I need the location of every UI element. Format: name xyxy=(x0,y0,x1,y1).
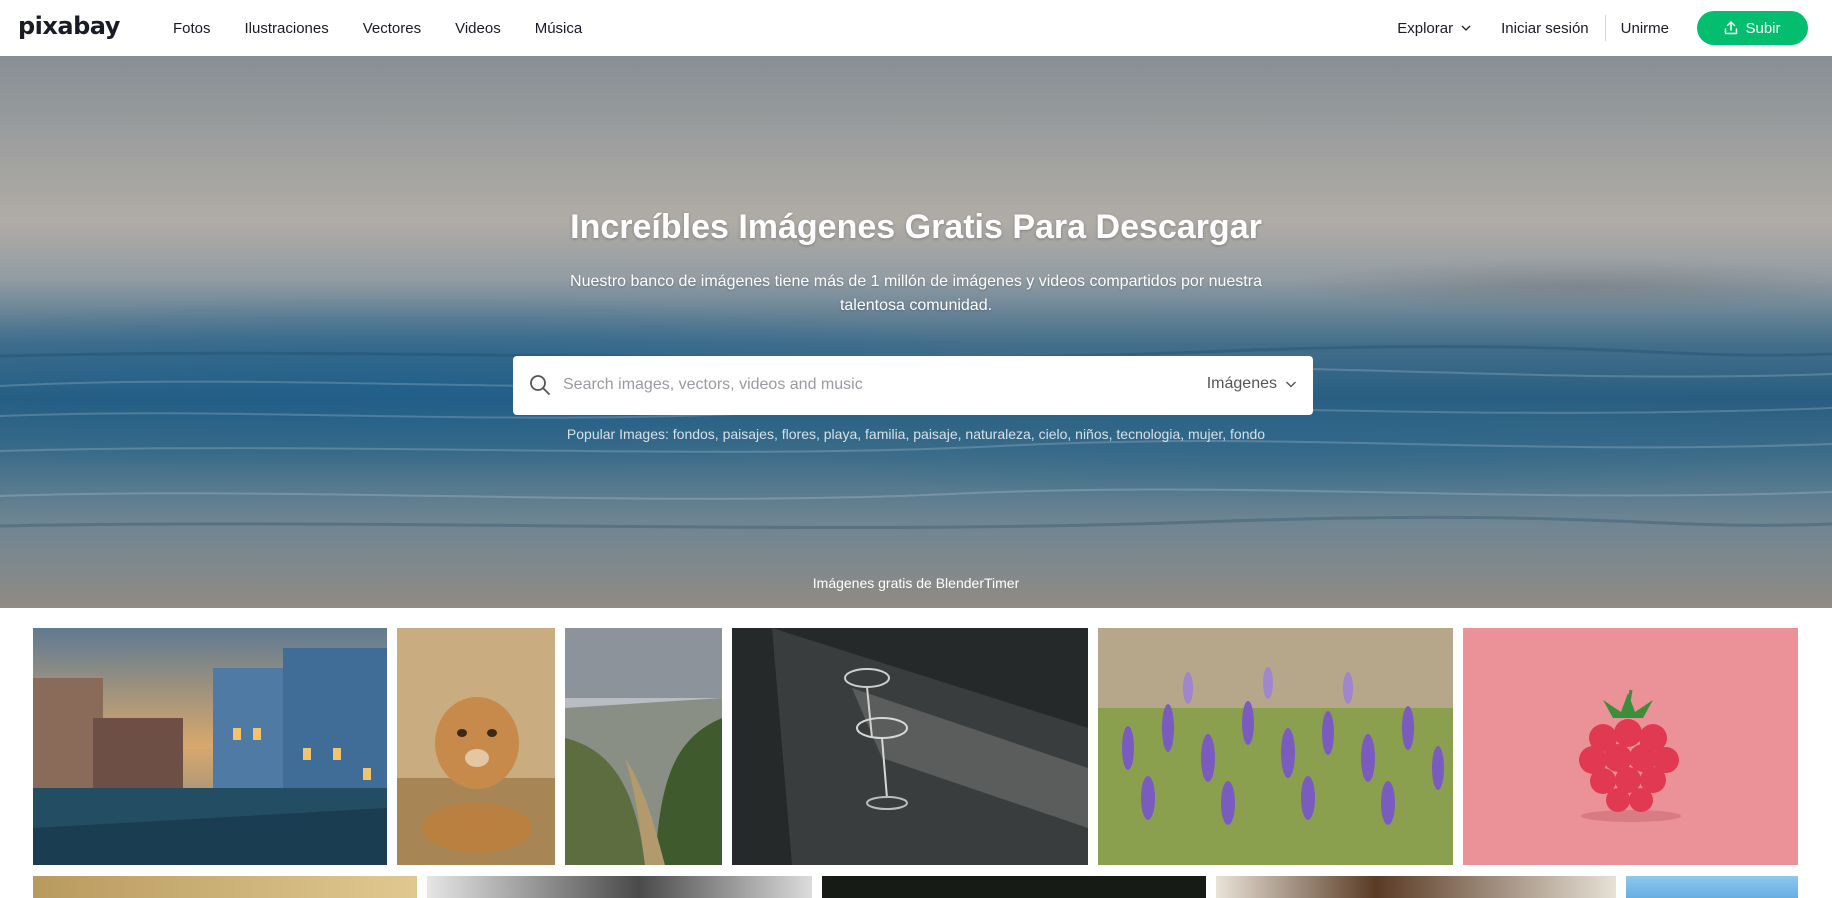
image-lavender-field[interactable] xyxy=(1098,628,1453,865)
image-glasses-table[interactable] xyxy=(732,628,1088,865)
hero-subtitle: Nuestro banco de imágenes tiene más de 1… xyxy=(570,273,1262,314)
login-link[interactable]: Iniciar sesión xyxy=(1501,20,1589,37)
upload-icon xyxy=(1725,21,1738,35)
image-row2-2[interactable] xyxy=(427,876,812,898)
nav-vectores[interactable]: Vectores xyxy=(363,20,421,37)
search-bar: Imágenes xyxy=(513,356,1313,415)
nav-musica[interactable]: Música xyxy=(535,20,583,37)
popular-tag[interactable]: paisajes, xyxy=(719,426,778,442)
join-link[interactable]: Unirme xyxy=(1621,20,1669,37)
popular-tag[interactable]: niños, xyxy=(1071,426,1112,442)
image-row2-1[interactable] xyxy=(33,876,417,898)
upload-label: Subir xyxy=(1745,19,1781,37)
search-input[interactable] xyxy=(563,366,1203,404)
popular-label: Popular Images: xyxy=(566,426,669,442)
header-divider xyxy=(1604,15,1606,41)
top-navbar: pixabay Fotos Ilustraciones Vectores Vid… xyxy=(0,0,1832,56)
hero-title: Increíbles Imágenes Gratis Para Descarga… xyxy=(570,208,1262,246)
pixabay-logo[interactable]: pixabay xyxy=(18,12,120,40)
chevron-down-icon xyxy=(1286,381,1296,388)
popular-tag[interactable]: fondo xyxy=(1226,426,1265,442)
hero-credit[interactable]: Imágenes gratis de BlenderTimer xyxy=(0,575,1832,591)
popular-searches: Popular Images: fondos, paisajes, flores… xyxy=(0,426,1832,442)
media-type-label: Imágenes xyxy=(1206,375,1277,392)
nav-videos[interactable]: Videos xyxy=(455,20,501,37)
main-nav: Fotos Ilustraciones Vectores Videos Músi… xyxy=(173,0,616,56)
image-gallery xyxy=(0,608,1832,898)
hero-content: Increíbles Imágenes Gratis Para Descarga… xyxy=(0,56,1832,608)
popular-tag[interactable]: mujer, xyxy=(1184,426,1226,442)
upload-button[interactable]: Subir xyxy=(1697,11,1808,45)
explore-label: Explorar xyxy=(1397,19,1454,37)
image-mountain-valley[interactable] xyxy=(565,628,722,865)
chevron-down-icon xyxy=(1461,25,1471,31)
popular-tag[interactable]: familia, xyxy=(861,426,909,442)
media-type-dropdown[interactable]: Imágenes xyxy=(1207,375,1297,393)
popular-tag[interactable]: cielo, xyxy=(1035,426,1072,442)
nav-fotos[interactable]: Fotos xyxy=(173,20,211,37)
image-venice-canal[interactable] xyxy=(33,628,387,865)
nav-ilustraciones[interactable]: Ilustraciones xyxy=(245,20,329,37)
popular-tag[interactable]: tecnologia, xyxy=(1113,426,1184,442)
popular-tags: fondos, paisajes, flores, playa, familia… xyxy=(673,426,1265,442)
image-lion-cub[interactable] xyxy=(397,628,555,865)
image-row2-5[interactable] xyxy=(1626,876,1798,898)
explore-menu[interactable]: Explorar xyxy=(1397,20,1471,37)
search-icon[interactable] xyxy=(529,374,551,396)
header-actions: Explorar Iniciar sesión Unirme Subir xyxy=(1397,0,1832,56)
hero-banner: Increíbles Imágenes Gratis Para Descarga… xyxy=(0,56,1832,608)
image-row2-3[interactable] xyxy=(822,876,1206,898)
image-raspberry[interactable] xyxy=(1463,628,1798,865)
popular-tag[interactable]: naturaleza, xyxy=(962,426,1034,442)
popular-tag[interactable]: fondos, xyxy=(673,426,719,442)
popular-tag[interactable]: playa, xyxy=(820,426,861,442)
image-row2-4[interactable] xyxy=(1216,876,1616,898)
popular-tag[interactable]: paisaje, xyxy=(909,426,961,442)
popular-tag[interactable]: flores, xyxy=(778,426,820,442)
